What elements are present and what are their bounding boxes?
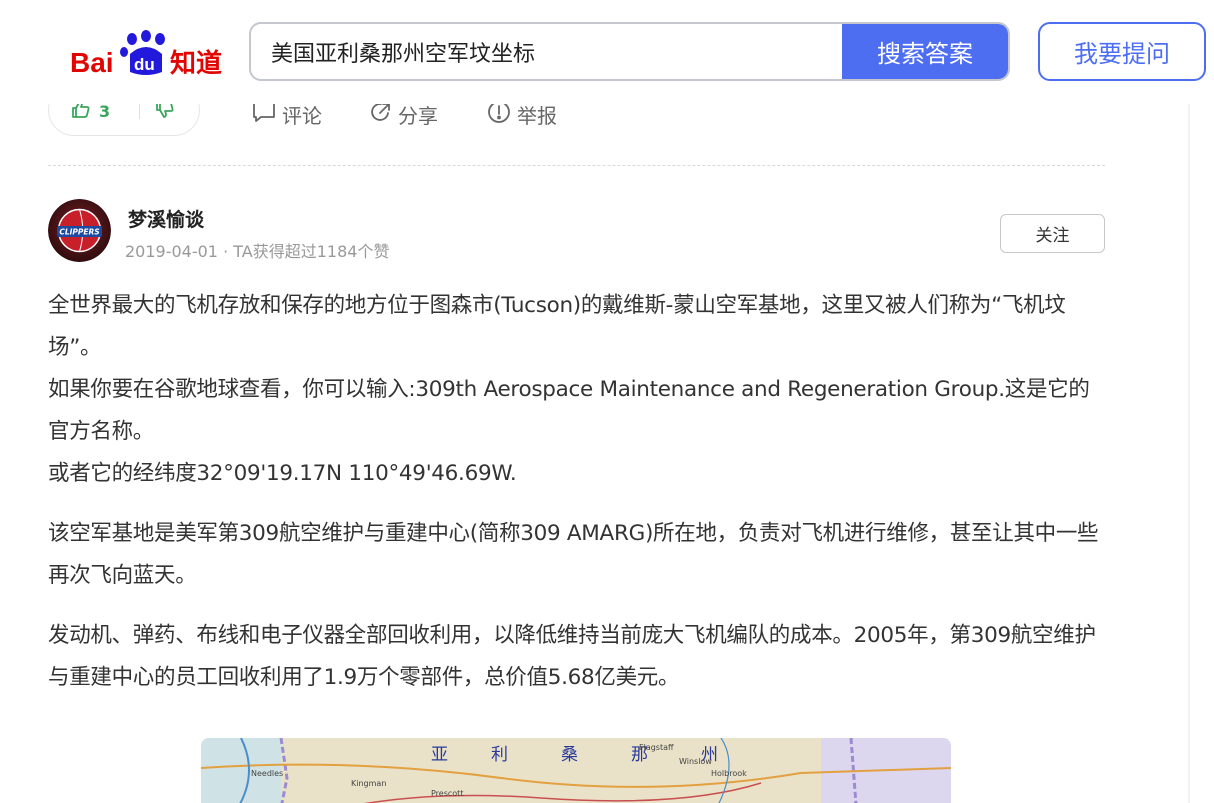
map-place-label: Kingman [351,779,386,788]
report-button[interactable]: 举报 [487,100,557,129]
report-label: 举报 [517,104,557,128]
author-name[interactable]: 梦溪愉谈 [128,205,204,232]
answer-paragraph: 或者它的经纬度32°09'19.17N 110°49'46.69W. [48,461,517,486]
header: Bai du 知道 搜索答案 我要提问 [0,0,1214,104]
map-place-label: Holbrook [711,769,747,778]
share-label: 分享 [398,104,438,128]
map-title-char: 利 [491,745,508,765]
ask-question-button[interactable]: 我要提问 [1038,22,1206,81]
map-place-label: Prescott [431,789,463,798]
logo-du-text: du [134,55,155,74]
report-icon [487,100,511,129]
map-title-char: 桑 [561,745,578,765]
search-button[interactable]: 搜索答案 [842,24,1008,79]
answer-paragraph: 如果你要在谷歌地球查看，你可以输入:309th Aerospace Mainte… [48,377,1090,444]
thumbs-down-icon [155,100,175,123]
answer-divider [48,165,1105,166]
arizona-map-image[interactable]: 亚利桑那州 Flagstaff Winslow Holbrook Needles Kin… [201,738,951,803]
baidu-zhidao-logo[interactable]: Bai du 知道 [70,28,230,79]
search-input[interactable] [251,24,843,79]
right-divider [1188,104,1190,803]
logo-bai-text: Bai [70,47,114,78]
answer-paragraph: 全世界最大的飞机存放和保存的地方位于图森市(Tucson)的戴维斯-蒙山空军基地… [48,293,1066,360]
avatar[interactable]: CLIPPERS [48,199,111,262]
author-meta: 2019-04-01 · TA获得超过1184个赞 [125,242,390,261]
follow-button[interactable]: 关注 [1000,214,1105,253]
share-icon [370,101,392,128]
map-place-label: Winslow [679,757,712,766]
comment-label: 评论 [282,104,322,128]
answer-paragraph: 该空军基地是美军第309航空维护与重建中心(简称309 AMARG)所在地，负责… [48,521,1099,588]
search-box: 搜索答案 [249,22,1010,81]
page: Bai du 知道 搜索答案 我要提问 [0,0,1214,803]
comment-icon [252,101,276,128]
logo-zhidao-text: 知道 [170,48,222,78]
map-place-label: Flagstaff [639,743,674,752]
avatar-text: CLIPPERS [59,228,99,237]
answer-content: 全世界最大的飞机存放和保存的地方位于图森市(Tucson)的戴维斯-蒙山空军基地… [48,285,1108,699]
answer-paragraph: 发动机、弹药、布线和电子仪器全部回收利用，以降低维持当前庞大飞机编队的成本。20… [48,623,1096,690]
share-button[interactable]: 分享 [370,100,438,129]
map-place-label: Needles [251,769,283,778]
comment-button[interactable]: 评论 [252,100,322,129]
like-count: 3 [99,102,111,121]
map-title-char: 亚 [431,745,448,765]
